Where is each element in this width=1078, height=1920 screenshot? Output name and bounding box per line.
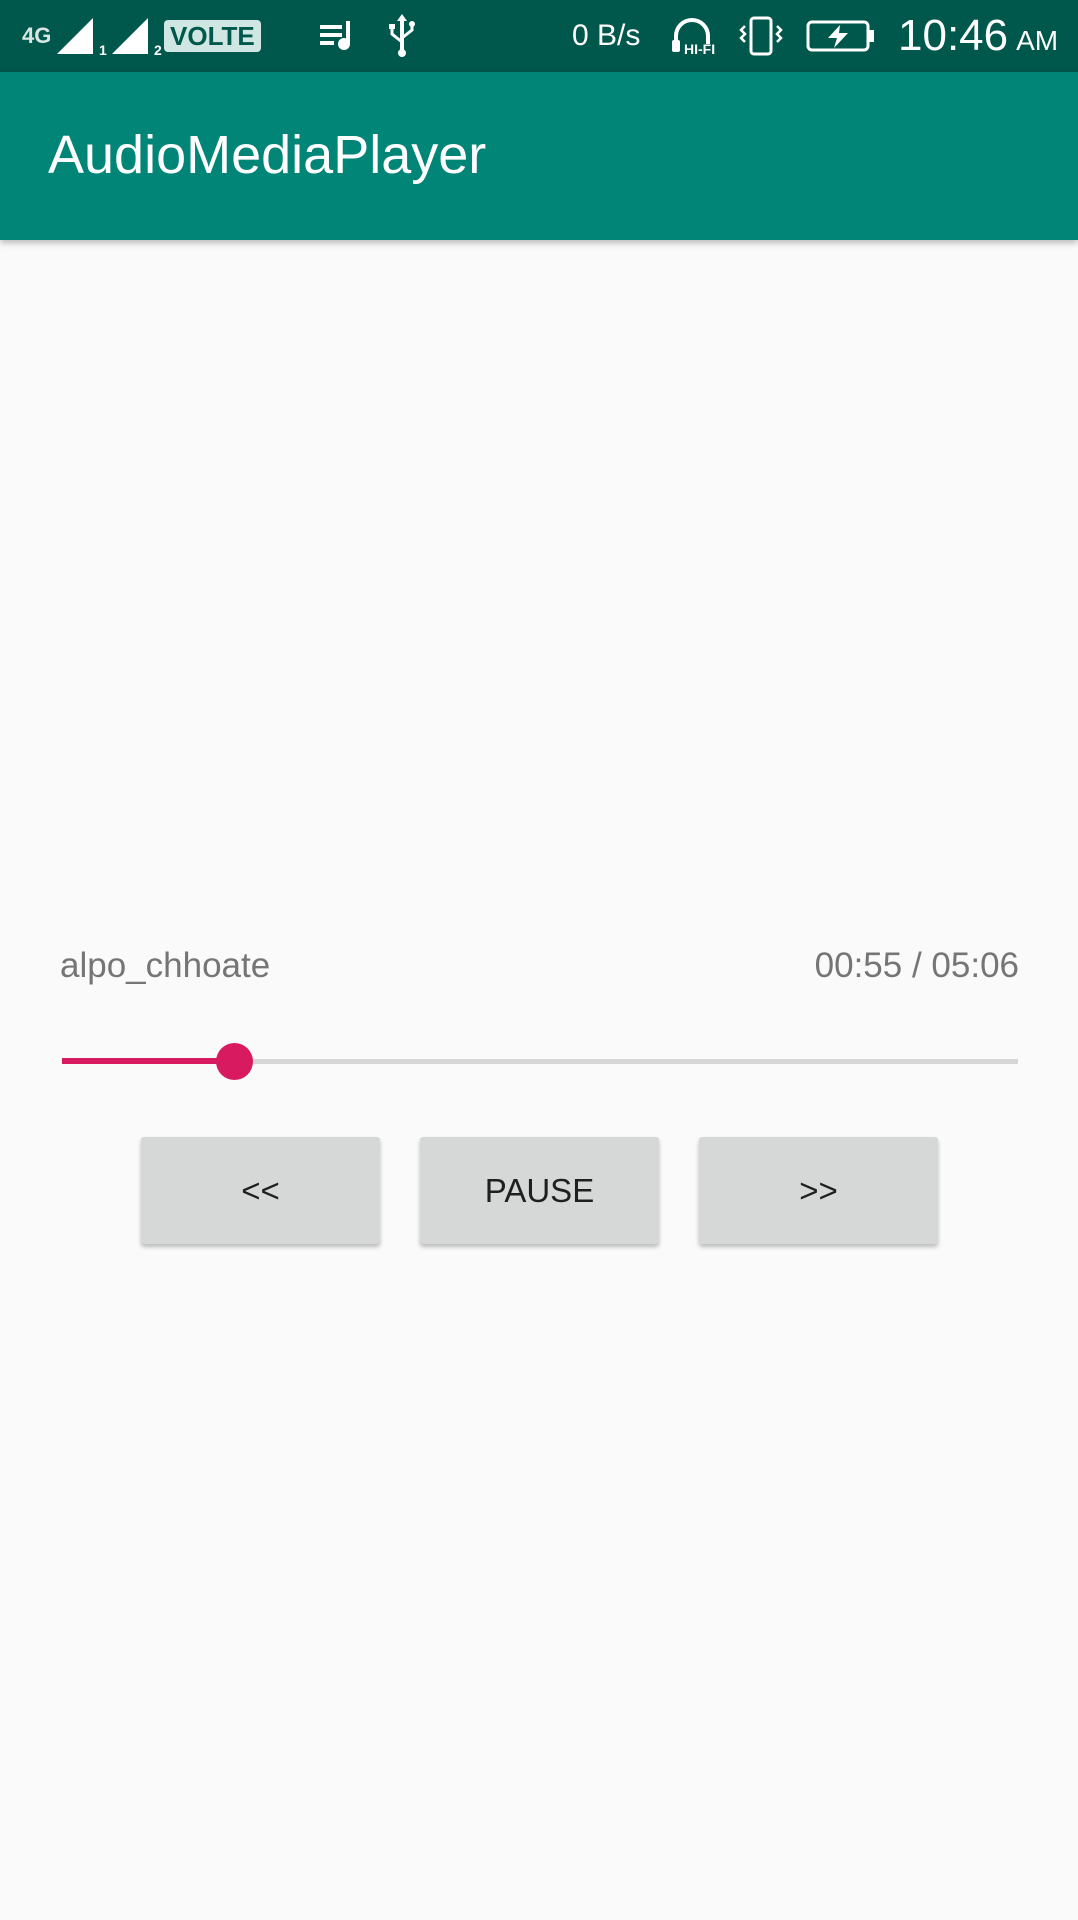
usb-icon [386,0,418,72]
signal-sim2-icon: 2 [110,0,162,72]
seek-thumb[interactable] [216,1043,253,1080]
track-time: 00:55 / 05:06 [814,946,1019,985]
next-button[interactable]: >> [699,1137,938,1244]
clock: 10:46 AM [898,11,1059,60]
seek-bar[interactable] [62,1043,1018,1080]
signal-sim1-icon: 1 [55,0,107,72]
volte-icon: VOLTE [164,0,261,72]
previous-button[interactable]: << [141,1137,380,1244]
playlist-icon [318,0,358,72]
battery-charging-icon [806,0,876,72]
data-speed: 0 B/s [572,19,641,52]
pause-button[interactable]: PAUSE [420,1137,659,1244]
clock-ampm: AM [1016,25,1059,56]
sim1-label: 1 [99,42,107,58]
status-bar: 4G 1 2 VOLTE 0 B/s HI-FI 10:46 AM [0,0,1078,72]
seek-progress [62,1058,234,1064]
vibrate-icon [738,0,784,72]
app-title: AudioMediaPlayer [48,125,487,185]
hifi-label: HI-FI [684,41,715,56]
app-bar: AudioMediaPlayer [0,72,1078,240]
headphones-hifi-icon: HI-FI [670,0,722,72]
sim2-label: 2 [154,42,162,58]
track-name: alpo_chhoate [60,946,271,985]
signal-4g-icon: 4G [22,23,52,48]
